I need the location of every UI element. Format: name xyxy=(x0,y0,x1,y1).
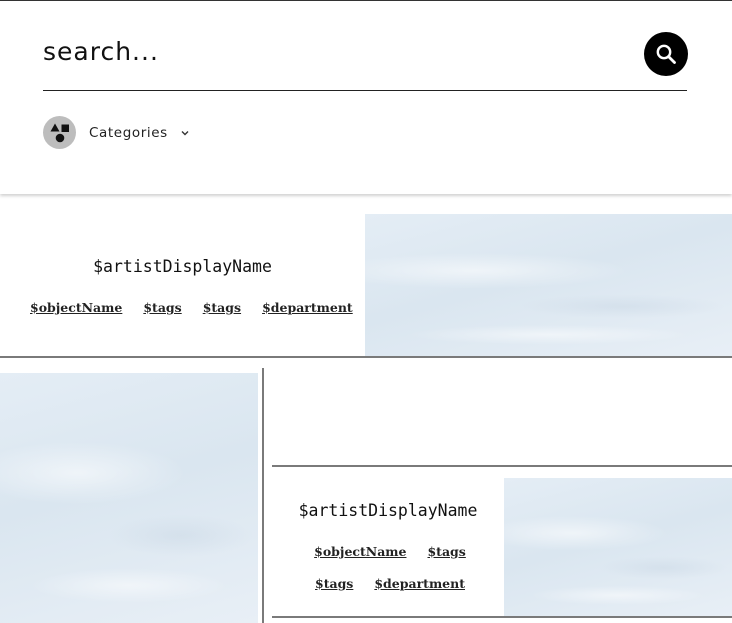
tag-link[interactable]: $tags xyxy=(315,576,353,591)
search-underline xyxy=(43,90,687,91)
categories-dropdown[interactable]: Categories xyxy=(43,116,190,149)
tag-link[interactable]: $tags xyxy=(203,300,241,315)
divider xyxy=(272,465,732,467)
shapes-icon xyxy=(43,116,76,149)
divider xyxy=(262,368,264,623)
artwork-image[interactable] xyxy=(0,373,258,623)
department-link[interactable]: $department xyxy=(262,300,353,315)
divider xyxy=(0,356,732,358)
department-link[interactable]: $department xyxy=(374,576,465,591)
tag-link[interactable]: $tags xyxy=(143,300,181,315)
artist-name: $artistDisplayName xyxy=(298,501,478,520)
artwork-image[interactable] xyxy=(504,478,732,616)
divider xyxy=(272,616,732,618)
search-input[interactable] xyxy=(43,29,633,73)
artwork-image[interactable] xyxy=(365,214,732,356)
categories-label: Categories xyxy=(89,124,168,141)
chevron-down-icon xyxy=(180,129,190,137)
tag-link[interactable]: $tags xyxy=(427,544,465,559)
card-links: $objectName $tags $tags $department xyxy=(290,544,490,591)
object-name-link[interactable]: $objectName xyxy=(30,300,122,315)
search-button[interactable] xyxy=(644,32,688,76)
search-header: Categories xyxy=(0,0,732,194)
artist-name: $artistDisplayName xyxy=(93,257,272,276)
card-links: $objectName $tags $tags $department xyxy=(30,300,353,315)
search-icon xyxy=(656,44,676,64)
object-name-link[interactable]: $objectName xyxy=(314,544,406,559)
